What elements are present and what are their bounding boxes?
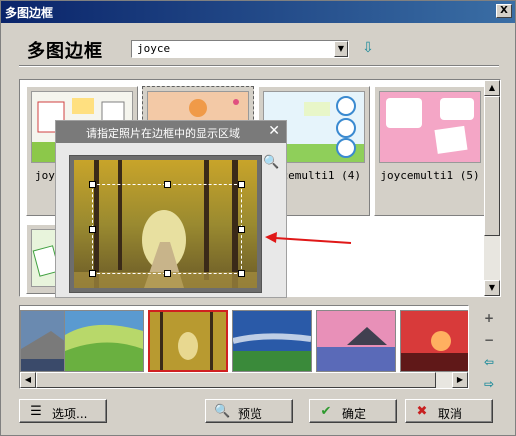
cancel-button[interactable]: ✖ 取消 xyxy=(405,399,493,423)
crop-handle[interactable] xyxy=(89,226,96,233)
chevron-down-icon[interactable]: ▼ xyxy=(334,41,348,57)
scroll-right-button[interactable]: ▶ xyxy=(452,372,468,388)
popup-title: 请指定照片在边框中的显示区域 xyxy=(86,127,240,140)
scroll-thumb[interactable] xyxy=(36,372,436,388)
cancel-x-icon: ✖ xyxy=(416,404,428,419)
page-title: 多图边框 xyxy=(27,41,103,62)
crop-handle[interactable] xyxy=(89,181,96,188)
frame-label: joycemulti1 (5) xyxy=(380,169,480,182)
title-bar[interactable]: 多图边框 X xyxy=(1,1,515,23)
frame-set-dropdown[interactable]: joyce ▼ xyxy=(131,40,349,58)
zoom-magnifier-icon[interactable]: 🔍 xyxy=(263,155,279,170)
photo-strip: ◀ ▶ xyxy=(19,305,469,389)
photo-thumbnail-selected[interactable] xyxy=(148,310,228,372)
crop-handle[interactable] xyxy=(238,181,245,188)
header-divider xyxy=(19,65,499,67)
magnifier-icon: 🔍 xyxy=(214,404,231,419)
checkmark-icon: ✔ xyxy=(320,404,332,419)
window-title: 多图边框 xyxy=(5,6,54,20)
scroll-down-button[interactable]: ▼ xyxy=(484,280,500,296)
strip-scrollbar[interactable]: ◀ ▶ xyxy=(20,372,468,388)
dialog-window: 多图边框 X 多图边框 joyce ▼ ⇩ joy cemulti1 (4) j… xyxy=(0,0,516,436)
side-controls: + − ⇦ ⇨ xyxy=(481,307,497,395)
photo-preview xyxy=(69,155,262,293)
photo-thumbnail[interactable] xyxy=(232,310,312,372)
scroll-up-button[interactable]: ▲ xyxy=(484,80,500,96)
photo-thumbnail[interactable] xyxy=(316,310,396,372)
frame-thumbnail xyxy=(379,91,481,163)
popup-close-button[interactable]: ✕ xyxy=(268,123,280,139)
frame-tile-5[interactable]: joycemulti1 (5) xyxy=(374,86,486,216)
move-left-icon[interactable]: ⇦ xyxy=(481,351,497,373)
options-icon: ☰ xyxy=(30,404,42,419)
gallery-scrollbar[interactable]: ▲ ▼ xyxy=(484,80,500,296)
move-right-icon[interactable]: ⇨ xyxy=(481,373,497,395)
scroll-thumb[interactable] xyxy=(484,96,500,236)
crop-popup: 请指定照片在边框中的显示区域 ✕ xyxy=(55,120,287,298)
dropdown-value: joyce xyxy=(137,42,171,55)
crop-handle[interactable] xyxy=(238,226,245,233)
download-arrow-icon[interactable]: ⇩ xyxy=(361,40,375,56)
crop-handle[interactable] xyxy=(164,270,171,277)
popup-header: 请指定照片在边框中的显示区域 ✕ xyxy=(56,121,286,143)
options-button[interactable]: ☰ 选项... xyxy=(19,399,107,423)
crop-handle[interactable] xyxy=(89,270,96,277)
crop-selection[interactable] xyxy=(89,181,245,277)
crop-handle[interactable] xyxy=(164,181,171,188)
crop-handle[interactable] xyxy=(238,270,245,277)
ok-button[interactable]: ✔ 确定 xyxy=(309,399,397,423)
annotation-arrow xyxy=(265,232,352,244)
forest-photo xyxy=(74,160,257,288)
add-icon[interactable]: + xyxy=(481,307,497,329)
remove-icon[interactable]: − xyxy=(481,329,497,351)
preview-button[interactable]: 🔍 预览 xyxy=(205,399,293,423)
photo-thumbnail[interactable] xyxy=(400,310,468,372)
photo-thumbnail[interactable] xyxy=(64,310,144,372)
close-button[interactable]: X xyxy=(496,4,512,18)
scroll-left-button[interactable]: ◀ xyxy=(20,372,36,388)
